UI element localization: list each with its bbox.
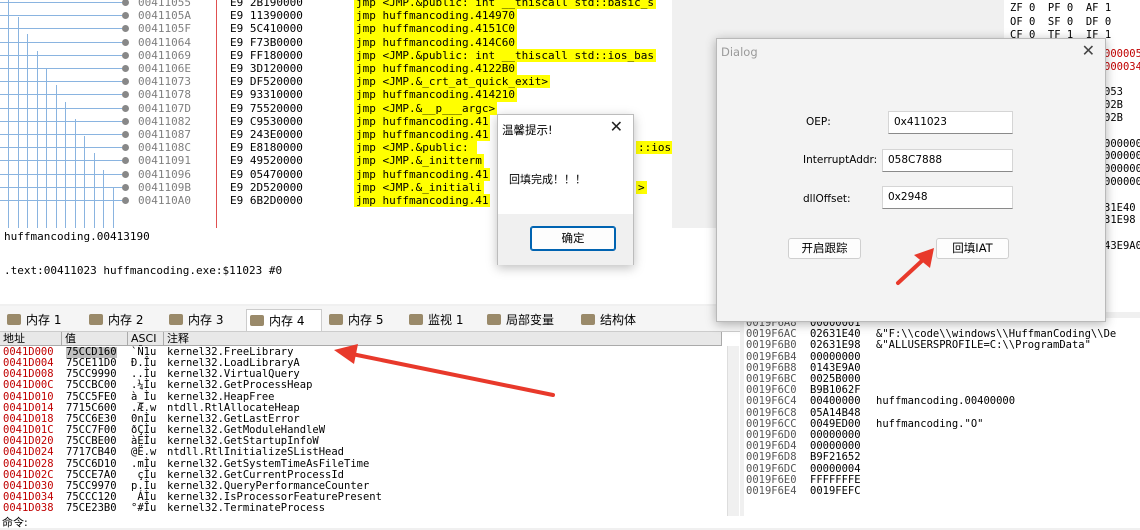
arrow-to-iat-entry [334, 344, 555, 397]
arrow-to-fill-iat-button [896, 248, 934, 285]
annotation-arrows [334, 248, 934, 397]
